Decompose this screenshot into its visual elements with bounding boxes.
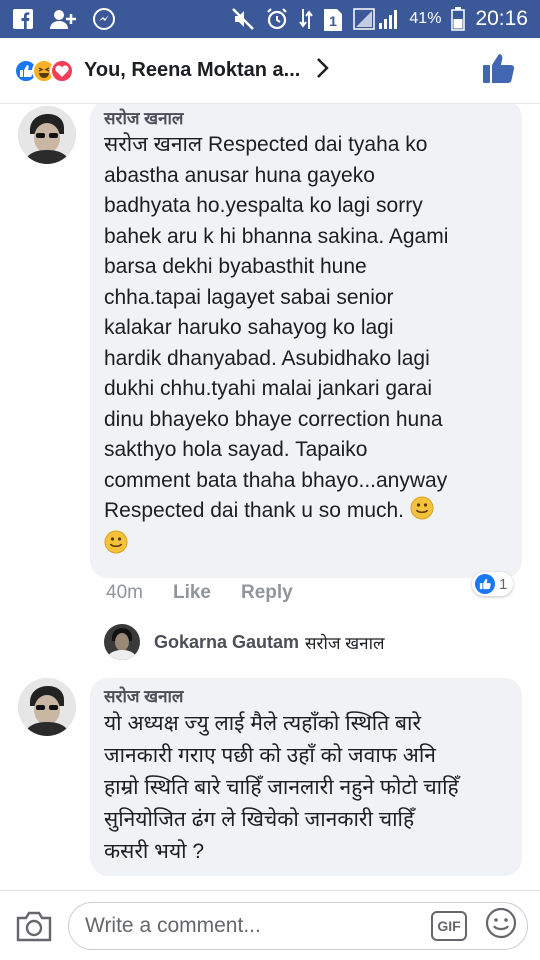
comment-bubble[interactable]: सरोज खनाल यो अध्यक्ष ज्यु लाई मैले त्यहा… (90, 678, 522, 876)
signal-icon (353, 7, 399, 31)
data-icon (299, 7, 314, 31)
reactors-title[interactable]: You, Reena Moktan a... (84, 59, 300, 82)
emoji-icon[interactable] (485, 907, 517, 944)
comment-text: सरोज खनाल Respected dai tyaha ko abastha… (104, 130, 508, 563)
sim-1-icon: 1 (323, 6, 343, 32)
reaction-summary[interactable] (14, 58, 74, 83)
like-reaction-icon (475, 574, 495, 594)
reply-author[interactable]: Gokarna Gautam (154, 632, 299, 653)
comment-input[interactable]: Write a comment... GIF (68, 901, 528, 950)
smiley-emoji-icon (104, 530, 128, 564)
status-bar: 1 41% 20:16 (0, 0, 540, 38)
comment-time: 40m (106, 582, 143, 603)
avatar[interactable] (18, 678, 76, 736)
alarm-icon (265, 7, 289, 31)
battery-icon (451, 7, 466, 31)
mute-icon (231, 7, 255, 31)
reply-preview[interactable]: Gokarna Gautam सरोज खनाल (104, 624, 385, 660)
avatar[interactable] (104, 624, 140, 660)
love-reaction-icon (50, 58, 74, 83)
comment-placeholder: Write a comment... (85, 913, 261, 937)
battery-percent: 41% (409, 10, 442, 27)
chevron-right-icon[interactable] (316, 57, 330, 84)
comment-actions: 40m Like Reply (106, 582, 293, 604)
messenger-icon (92, 7, 116, 31)
smiley-emoji-icon (410, 496, 434, 530)
comment-bubble[interactable]: सरोज खनाल सरोज खनाल Respected dai tyaha … (90, 104, 522, 578)
reaction-count: 1 (499, 575, 508, 593)
add-friend-icon (50, 8, 76, 30)
like-button[interactable]: Like (173, 582, 211, 604)
reply-target: सरोज खनाल (305, 633, 385, 653)
reply-button[interactable]: Reply (241, 582, 293, 604)
reactions-header[interactable]: You, Reena Moktan a... (0, 38, 540, 104)
comment-author[interactable]: सरोज खनाल (104, 686, 508, 708)
gif-button[interactable]: GIF (431, 910, 467, 941)
thumbs-up-icon[interactable] (482, 52, 516, 89)
avatar[interactable] (18, 106, 76, 164)
comment-feed[interactable]: सरोज खनाल सरोज खनाल Respected dai tyaha … (0, 104, 540, 890)
svg-text:1: 1 (330, 13, 338, 29)
comment-author[interactable]: सरोज खनाल (104, 108, 508, 130)
camera-icon[interactable] (12, 910, 56, 942)
comment-composer: Write a comment... GIF (0, 890, 540, 960)
clock: 20:16 (475, 7, 528, 30)
facebook-icon (12, 8, 34, 30)
comment-reaction-badge[interactable]: 1 (472, 572, 514, 596)
comment-text: यो अध्यक्ष ज्यु लाई मैले त्यहाँको स्थिति… (104, 712, 459, 863)
